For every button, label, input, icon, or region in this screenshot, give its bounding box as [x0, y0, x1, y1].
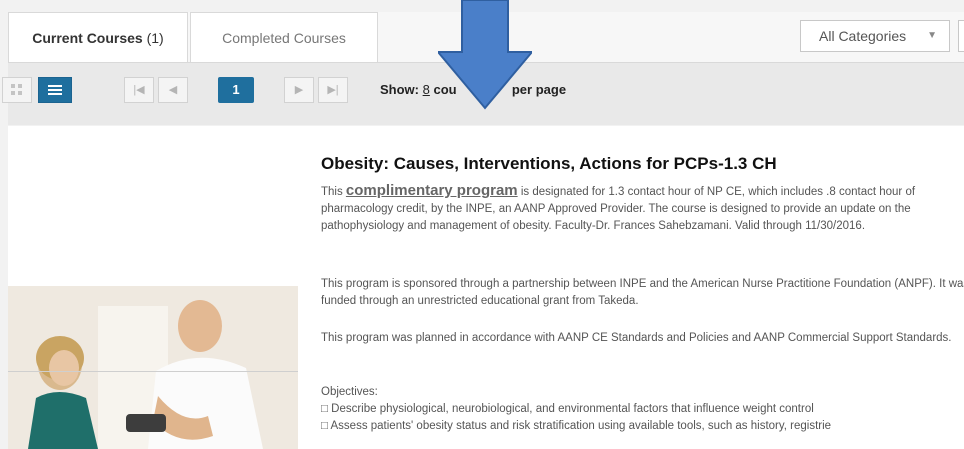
tab-current-courses[interactable]: Current Courses (1)	[8, 12, 188, 62]
next-page-button[interactable]: ▶	[284, 77, 314, 103]
objective-item: □ Describe physiological, neurobiologica…	[321, 403, 814, 415]
last-page-icon: ▶|	[327, 84, 339, 96]
current-page-button[interactable]: 1	[218, 77, 254, 103]
nurse-patient-photo	[8, 286, 298, 449]
previous-page-button[interactable]: ◀	[158, 77, 188, 103]
per-page-link[interactable]: 8	[423, 82, 430, 97]
course-catalog-window: Current Courses (1) Completed Courses Al…	[0, 0, 964, 449]
show-prefix: Show:	[380, 82, 419, 97]
tab-completed-courses[interactable]: Completed Courses	[190, 12, 378, 62]
sponsor-text: This program is sponsored through a part…	[321, 278, 964, 307]
chevron-down-icon: ▼	[927, 30, 937, 41]
thumbnail-divider	[8, 371, 298, 372]
complimentary-program-link[interactable]: complimentary program	[346, 182, 518, 199]
course-list: Obesity: Causes, Interventions, Actions …	[8, 126, 964, 449]
down-arrow-icon	[438, 0, 532, 110]
last-page-button[interactable]: ▶|	[318, 77, 348, 103]
objectives-heading: Objectives:	[321, 386, 378, 398]
first-page-button[interactable]: |◀	[124, 77, 154, 103]
category-value: All Categories	[819, 28, 907, 44]
category-dropdown[interactable]: All Categories ▼	[800, 20, 950, 52]
next-page-icon: ▶	[294, 84, 304, 96]
course-title[interactable]: Obesity: Causes, Interventions, Actions …	[321, 154, 777, 174]
grid-view-button[interactable]	[2, 77, 32, 103]
list-view-button[interactable]	[38, 77, 72, 103]
standards-text: This program was planned in accordance w…	[321, 332, 952, 344]
first-page-icon: |◀	[133, 84, 145, 96]
tab-completed-label: Completed Courses	[222, 30, 346, 46]
objective-item: □ Assess patients' obesity status and ri…	[321, 420, 832, 432]
list-view-icon	[48, 85, 62, 96]
intro-before: This	[321, 186, 346, 198]
grid-view-icon	[11, 84, 22, 96]
secondary-dropdown-edge[interactable]	[958, 20, 964, 52]
tab-current-count: (1)	[146, 30, 164, 46]
tab-current-label: Current Courses	[32, 30, 143, 46]
course-thumbnail[interactable]	[8, 286, 298, 449]
course-description: This complimentary program is designated…	[321, 182, 964, 235]
previous-page-icon: ◀	[168, 84, 178, 96]
